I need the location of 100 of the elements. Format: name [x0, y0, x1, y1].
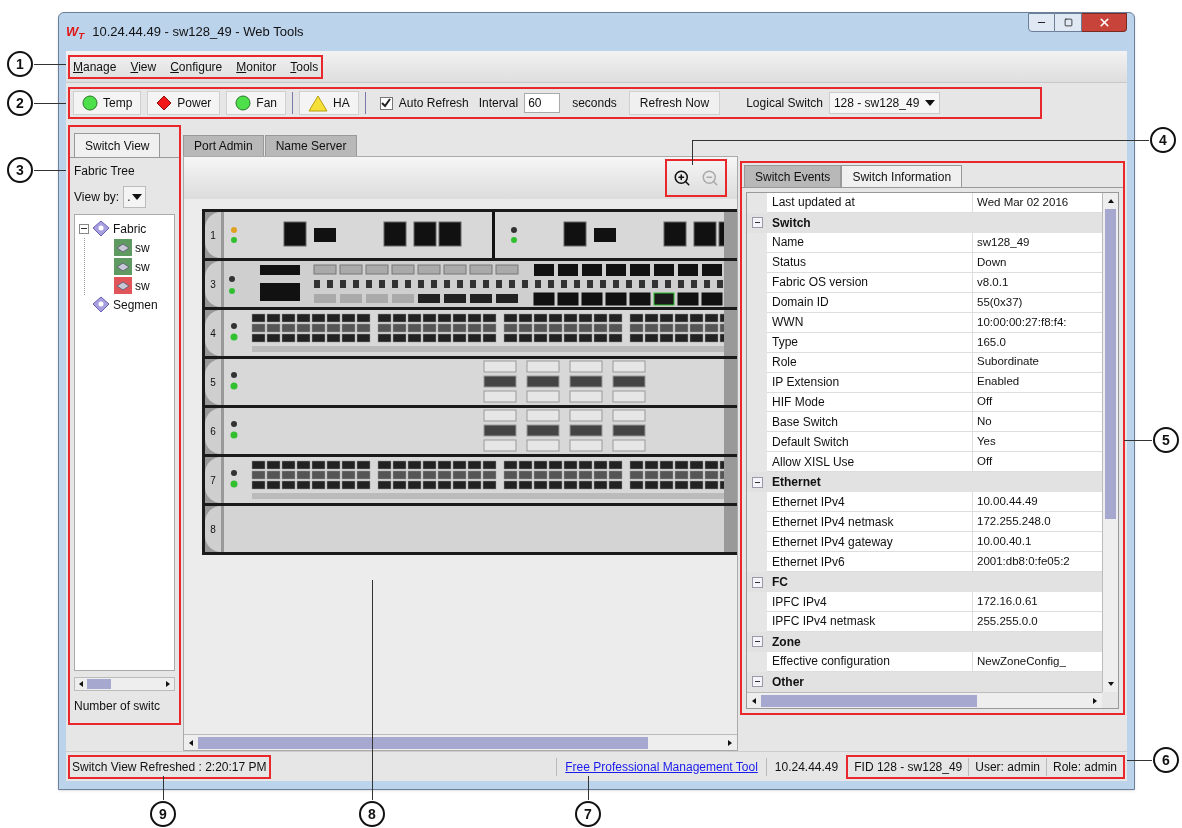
property-name: Domain ID: [767, 292, 973, 313]
tree-item[interactable]: sw: [135, 276, 150, 295]
collapse-icon[interactable]: [751, 476, 763, 488]
refresh-now-button[interactable]: Refresh Now: [628, 91, 721, 115]
status-button[interactable]: HA: [299, 91, 359, 115]
scroll-left-arrow-icon[interactable]: [187, 738, 195, 747]
scroll-right-arrow-icon[interactable]: [726, 738, 734, 747]
refresh-status: Switch View Refreshed : 2:20:17 PM: [68, 754, 271, 779]
property-value: sw128_49: [973, 232, 1102, 253]
status-button[interactable]: Power: [147, 91, 221, 115]
zoom-in-button[interactable]: [673, 169, 691, 187]
group-title: Other: [771, 673, 805, 691]
scroll-down-arrow-icon[interactable]: [1106, 680, 1115, 688]
property-name: Name: [767, 232, 973, 253]
property-value: 255.255.0.0: [973, 612, 1102, 632]
property-value: Yes: [973, 432, 1102, 453]
tree-item[interactable]: sw: [135, 257, 150, 276]
slot-number: 7: [205, 457, 221, 503]
close-icon: [1097, 16, 1111, 29]
tree-item[interactable]: Segmen: [113, 295, 158, 314]
scroll-right-arrow-icon[interactable]: [164, 680, 172, 688]
leader-line: [1124, 440, 1152, 441]
tab[interactable]: Name Server: [264, 135, 358, 156]
warning-triangle-icon: [308, 94, 329, 112]
collapse-icon[interactable]: [79, 223, 89, 234]
property-value: 55(0x37): [973, 292, 1102, 313]
ip-address: 10.24.44.49: [774, 758, 839, 776]
status-circle-icon: [235, 95, 252, 111]
collapse-icon[interactable]: [751, 676, 763, 688]
leader-line: [1127, 760, 1152, 761]
scroll-up-arrow-icon[interactable]: [1106, 197, 1115, 205]
collapse-icon[interactable]: [751, 217, 763, 229]
maximize-button[interactable]: [1055, 13, 1082, 32]
property-value: NewZoneConfig_: [973, 651, 1102, 672]
property-name: Ethernet IPv4 gateway: [767, 532, 973, 553]
group-title: Zone: [771, 633, 802, 651]
status-button[interactable]: Fan: [226, 91, 287, 115]
collapse-icon[interactable]: [751, 576, 763, 588]
property-value: Off: [973, 452, 1102, 473]
group-title: Switch: [771, 214, 812, 232]
horizontal-scrollbar[interactable]: [747, 692, 1102, 708]
property-name: HIF Mode: [767, 392, 973, 413]
management-tool-link[interactable]: Free Professional Management Tool: [565, 757, 758, 776]
field-label: Interval: [478, 95, 519, 112]
callout-number: 4: [1150, 127, 1176, 153]
slot-number: 1: [205, 212, 221, 258]
user-label: User: admin: [969, 757, 1047, 776]
property-value: Enabled: [973, 372, 1102, 393]
property-name: Type: [767, 332, 973, 353]
scroll-left-arrow-icon[interactable]: [77, 680, 85, 688]
view-by-dropdown[interactable]: .: [123, 186, 147, 208]
tree-item[interactable]: Fabric: [113, 219, 147, 238]
status-button[interactable]: Temp: [73, 91, 142, 115]
property-name: IP Extension: [767, 372, 973, 393]
scroll-right-arrow-icon[interactable]: [1091, 696, 1099, 705]
fabric-icon: [92, 220, 110, 237]
tab[interactable]: Switch Information: [841, 165, 963, 187]
logical-switch-dropdown[interactable]: 128 - sw128_49: [828, 92, 941, 114]
property-name: Fabric OS version: [767, 272, 973, 293]
minimize-button[interactable]: [1028, 13, 1055, 32]
property-name: Ethernet IPv4: [767, 492, 973, 513]
tab[interactable]: Switch Events: [744, 165, 842, 187]
callout-number: 5: [1153, 427, 1179, 453]
scroll-left-arrow-icon[interactable]: [750, 696, 758, 705]
menu-item[interactable]: Tools: [290, 57, 319, 76]
horizontal-scrollbar[interactable]: [184, 734, 737, 750]
tab[interactable]: Port Admin: [183, 135, 264, 156]
callout-number: 3: [7, 157, 33, 183]
menu-item[interactable]: Configure: [170, 57, 223, 76]
role-label: Role: admin: [1051, 758, 1118, 776]
menu-item[interactable]: Monitor: [236, 57, 277, 76]
fabric-icon: [92, 296, 110, 313]
property-name: IPFC IPv4: [767, 592, 973, 612]
slot-number: 4: [205, 310, 221, 356]
switch-count-label: Number of switc: [74, 698, 162, 715]
slot-number: 3: [205, 261, 221, 307]
dropdown-arrow-icon: [925, 100, 936, 106]
collapse-icon[interactable]: [751, 636, 763, 648]
section-title: Fabric Tree: [74, 163, 136, 180]
checkbox[interactable]: [379, 96, 393, 110]
property-name: Ethernet IPv4 netmask: [767, 512, 973, 533]
vertical-scrollbar[interactable]: [1102, 193, 1118, 692]
slot-number: 8: [205, 506, 221, 552]
tab[interactable]: Switch View: [74, 133, 161, 157]
property-name: IPFC IPv4 netmask: [767, 612, 973, 632]
slot-number: 5: [205, 359, 221, 405]
tree-item[interactable]: sw: [135, 238, 150, 257]
close-button[interactable]: [1082, 13, 1127, 32]
menu-item[interactable]: Manage: [73, 57, 117, 76]
property-value: 10.00.44.49: [973, 492, 1102, 513]
property-value: v8.0.1: [973, 272, 1102, 293]
property-value: Down: [973, 252, 1102, 273]
menu-item[interactable]: View: [130, 57, 157, 76]
dropdown-arrow-icon: [132, 194, 143, 200]
interval-field[interactable]: 60: [524, 93, 561, 113]
property-value: 2001:db8:0:fe05:2: [973, 552, 1102, 573]
horizontal-scrollbar[interactable]: [74, 677, 175, 691]
leader-line: [163, 776, 164, 800]
group-title: FC: [771, 574, 789, 592]
callout-number: 7: [575, 801, 601, 827]
